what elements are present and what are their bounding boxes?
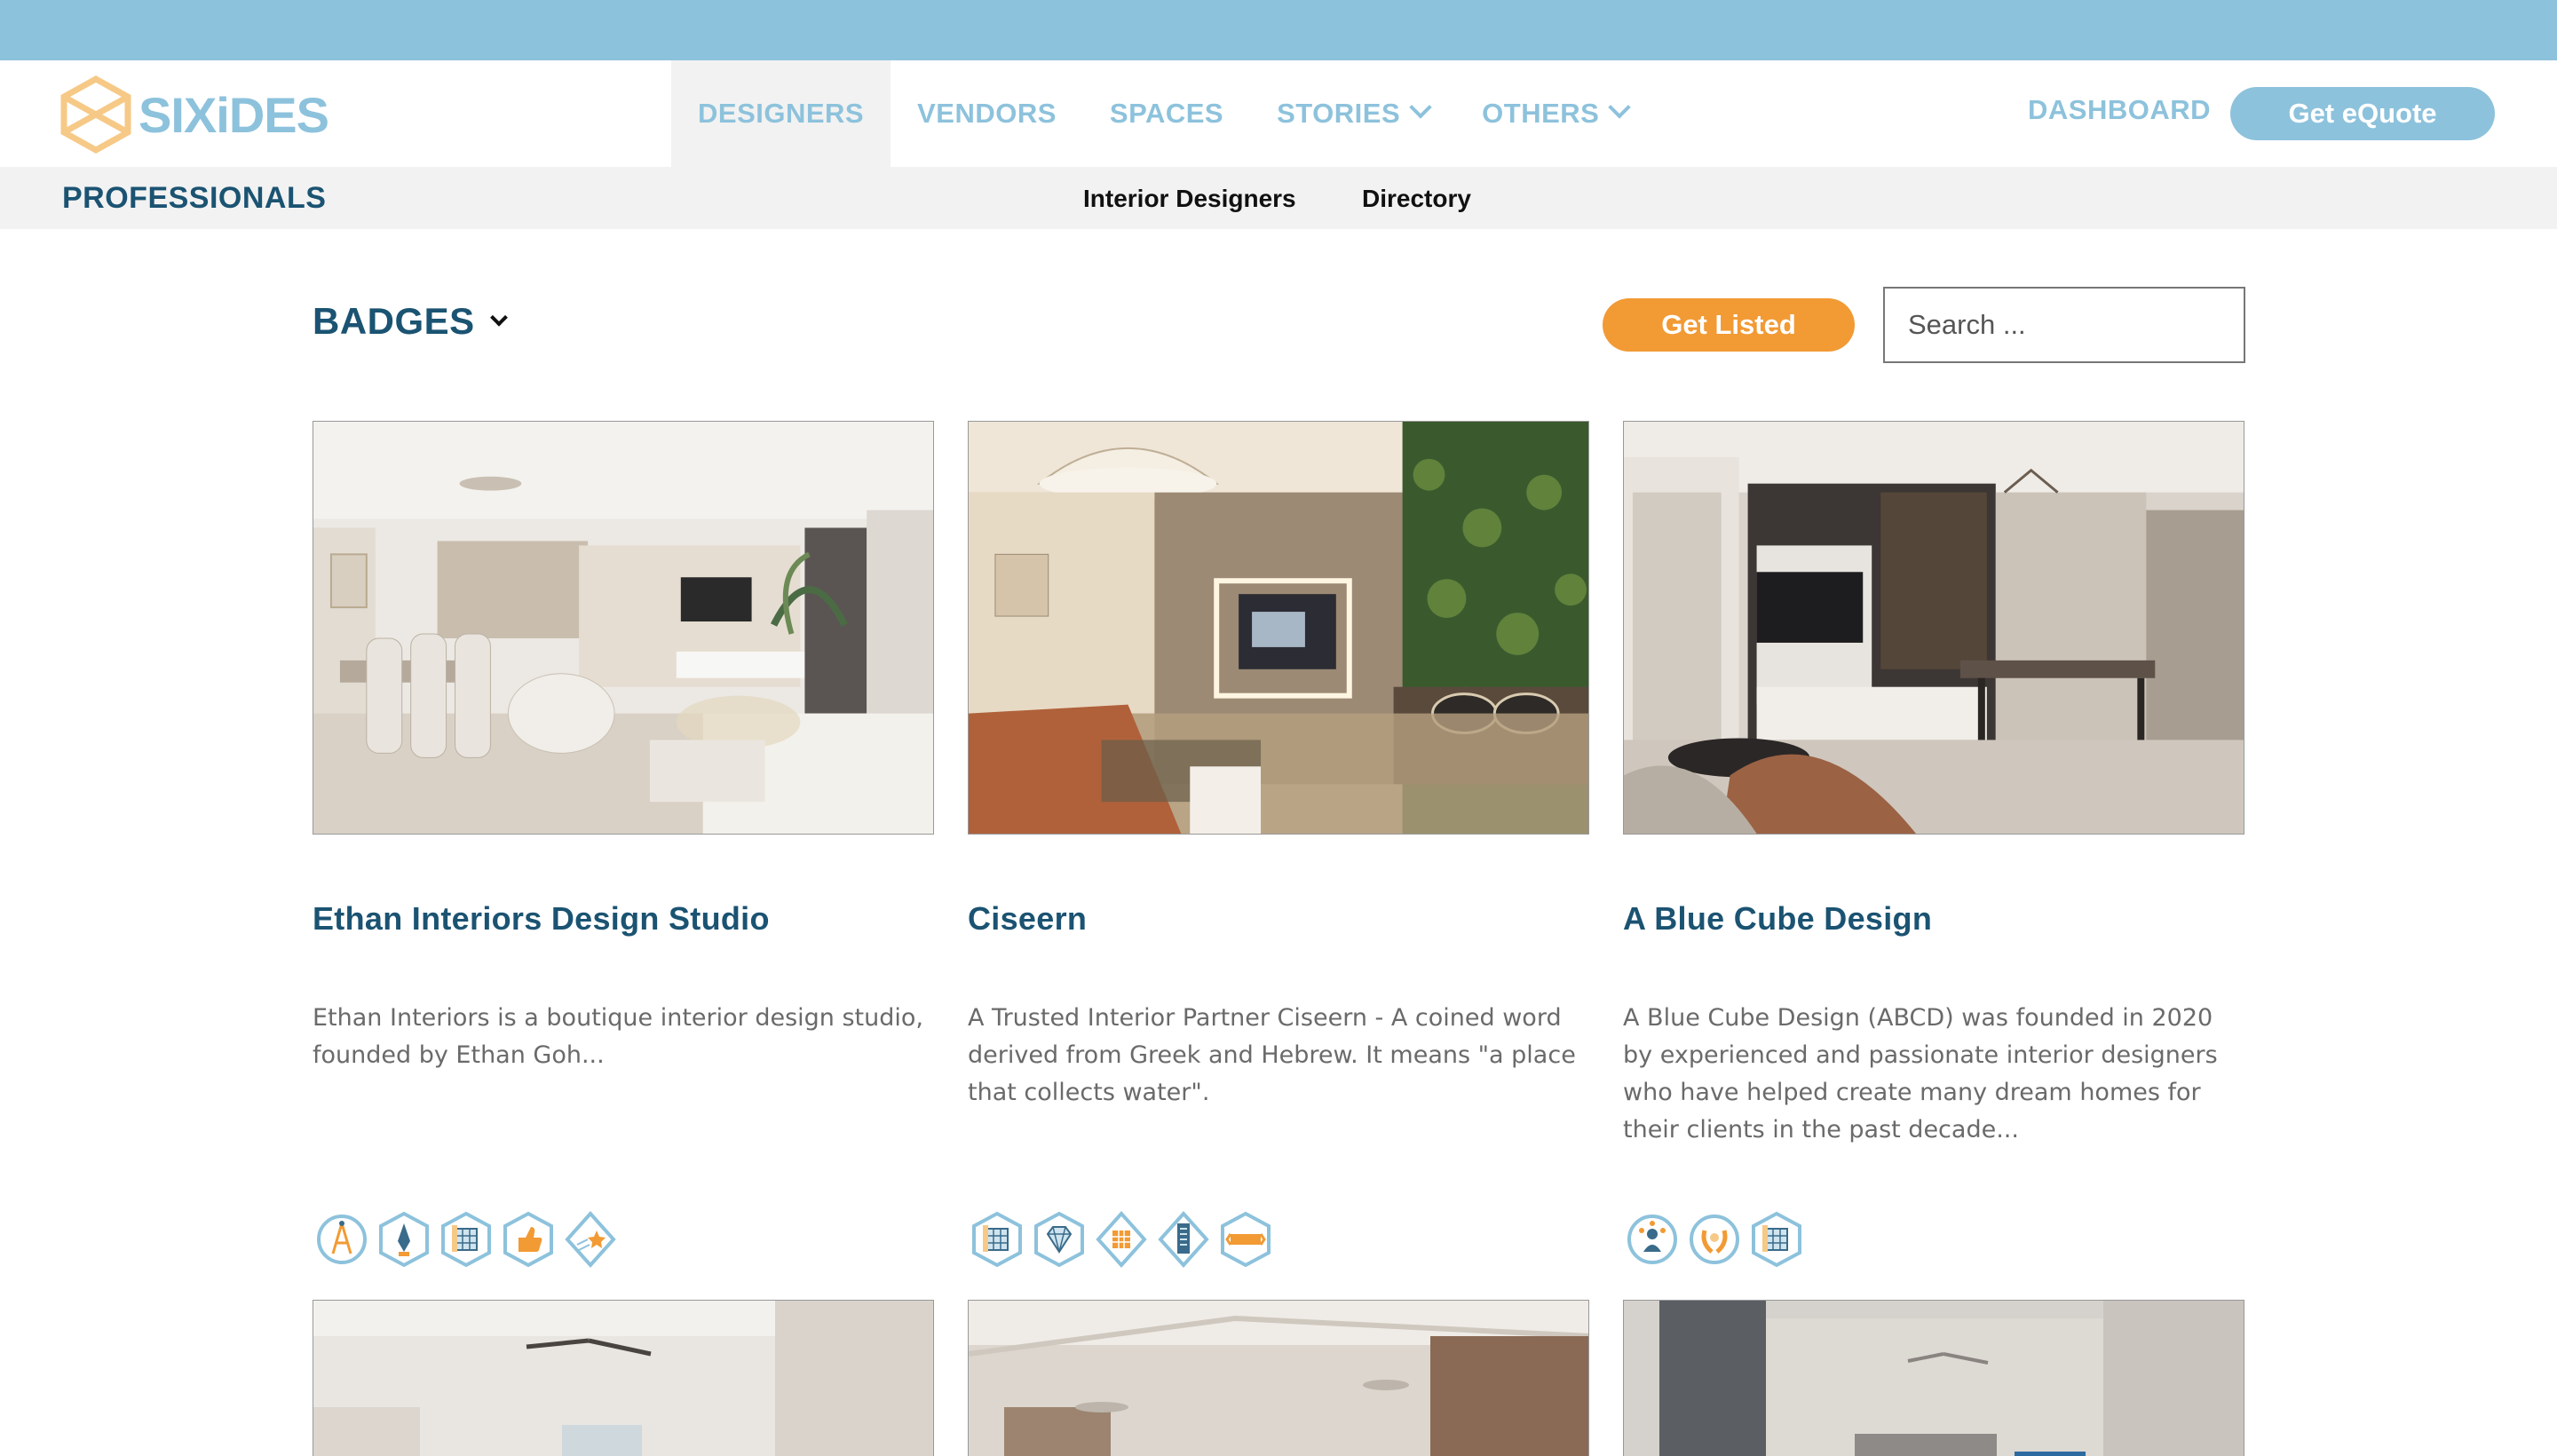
designer-card-image[interactable] [1623,421,2244,835]
designer-card-image[interactable] [313,1300,934,1456]
modern-living-room-photo [1624,422,2244,834]
sub-navigation-bar: PROFESSIONALS Interior Designers Directo… [0,167,2557,229]
ribbon-badge-icon[interactable] [1220,1211,1271,1268]
designer-card-description: Ethan Interiors is a boutique interior d… [313,1004,923,1069]
building-plan-badge-icon[interactable] [440,1211,492,1268]
designer-card-description: A Trusted Interior Partner Ciseern - A c… [968,1004,1576,1106]
pen-badge-icon[interactable] [378,1211,430,1268]
nav-vendors-label: VENDORS [917,98,1057,129]
skyscraper-badge-icon[interactable] [1158,1211,1209,1268]
nav-others-label: OTHERS [1482,98,1600,129]
shooting-star-badge-icon[interactable] [565,1211,616,1268]
main-nav: DESIGNERS VENDORS SPACES STORIES OTHERS [671,60,1654,167]
search-input[interactable] [1883,287,2245,363]
nav-vendors[interactable]: VENDORS [891,60,1083,167]
designer-card-title[interactable]: Ciseern [968,900,1087,938]
chevron-down-icon [1409,96,1432,119]
nav-spaces[interactable]: SPACES [1083,60,1250,167]
badges-filter-label: BADGES [313,300,475,342]
get-listed-button[interactable]: Get Listed [1603,298,1855,352]
site-header: SIXiDES DESIGNERS VENDORS SPACES STORIES… [0,60,2557,167]
architect-badge-icon[interactable] [316,1211,368,1268]
building-plan-badge-icon[interactable] [1751,1211,1802,1268]
nav-designers-label: DESIGNERS [698,98,865,129]
subnav-directory[interactable]: Directory [1362,185,1471,213]
designer-badges [316,1211,616,1268]
top-accent-strip [0,0,2557,60]
section-title: PROFESSIONALS [62,181,327,215]
tv-feature-wall-photo [969,422,1588,834]
designer-badges [1627,1211,1802,1268]
laurel-badge-icon[interactable] [1689,1211,1740,1268]
nav-designers[interactable]: DESIGNERS [671,60,891,167]
diamond-badge-icon[interactable] [1033,1211,1085,1268]
designer-card-image[interactable] [968,1300,1589,1456]
team-badge-icon[interactable] [1627,1211,1678,1268]
living-room-photo [313,1301,933,1456]
designer-card-title[interactable]: Ethan Interiors Design Studio [313,900,770,938]
subnav-interior-designers[interactable]: Interior Designers [1083,185,1296,213]
brand-name: SIXiDES [139,86,329,143]
nav-stories[interactable]: STORIES [1250,60,1455,167]
designer-card-image[interactable] [313,421,934,835]
designer-card-image[interactable] [1623,1300,2244,1456]
chevron-down-icon [1608,96,1632,119]
nav-others[interactable]: OTHERS [1455,60,1654,167]
dashboard-link[interactable]: DASHBOARD [2028,94,2211,126]
nav-stories-label: STORIES [1277,98,1401,129]
chevron-down-icon [489,308,508,327]
grid-badge-icon[interactable] [1096,1211,1147,1268]
living-dining-room-photo [313,422,933,834]
get-equote-button[interactable]: Get eQuote [2230,87,2495,140]
bedroom-photo [1624,1301,2244,1456]
designer-card-image[interactable] [968,421,1589,835]
open-plan-room-photo [969,1301,1588,1456]
nav-spaces-label: SPACES [1109,98,1224,129]
designer-card-description: A Blue Cube Design (ABCD) was founded in… [1623,1004,2218,1143]
thumbs-up-badge-icon[interactable] [503,1211,554,1268]
badges-filter-dropdown[interactable]: BADGES [313,300,508,343]
designer-badges [971,1211,1271,1268]
logo-hexagon-icon [60,75,131,154]
designer-card-title[interactable]: A Blue Cube Design [1623,900,1932,938]
building-plan-badge-icon[interactable] [971,1211,1023,1268]
brand-logo[interactable]: SIXiDES [60,75,329,154]
